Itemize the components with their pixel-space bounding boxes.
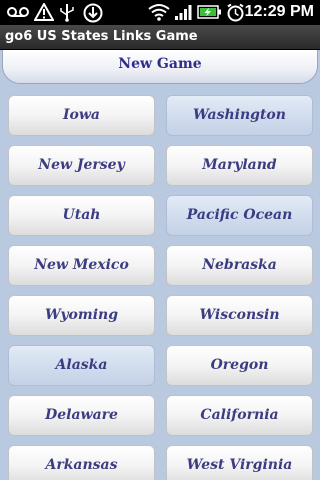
download-icon <box>83 3 103 23</box>
state-button-arkansas[interactable]: Arkansas <box>8 445 155 480</box>
app-title: go6 US States Links Game <box>5 29 198 44</box>
state-button-delaware[interactable]: Delaware <box>8 395 155 436</box>
state-button-california[interactable]: California <box>166 395 313 436</box>
new-game-label: New Game <box>118 56 202 72</box>
battery-charging-icon <box>197 5 221 19</box>
alarm-icon <box>227 3 244 22</box>
signal-icon <box>175 5 192 20</box>
state-button-wyoming[interactable]: Wyoming <box>8 295 155 336</box>
app-title-bar: go6 US States Links Game <box>0 25 320 50</box>
state-button-west-virginia[interactable]: West Virginia <box>166 445 313 480</box>
state-button-maryland[interactable]: Maryland <box>166 145 313 186</box>
warning-icon <box>34 3 54 21</box>
status-time: 12:29 PM <box>244 3 314 20</box>
state-button-pacific-ocean[interactable]: Pacific Ocean <box>166 195 313 236</box>
state-button-wisconsin[interactable]: Wisconsin <box>166 295 313 336</box>
state-button-oregon[interactable]: Oregon <box>166 345 313 386</box>
status-bar: 12:29 PM <box>0 0 320 25</box>
state-button-nebraska[interactable]: Nebraska <box>166 245 313 286</box>
wifi-icon <box>148 4 170 21</box>
state-button-alaska[interactable]: Alaska <box>8 345 155 386</box>
state-button-washington[interactable]: Washington <box>166 95 313 136</box>
state-button-new-jersey[interactable]: New Jersey <box>8 145 155 186</box>
state-button-grid: Iowa Washington New Jersey Maryland Utah Paci… <box>0 84 320 480</box>
new-game-button[interactable]: New Game <box>2 50 318 84</box>
state-button-iowa[interactable]: Iowa <box>8 95 155 136</box>
voicemail-icon <box>7 7 29 17</box>
state-button-utah[interactable]: Utah <box>8 195 155 236</box>
usb-icon <box>60 4 74 22</box>
state-button-new-mexico[interactable]: New Mexico <box>8 245 155 286</box>
